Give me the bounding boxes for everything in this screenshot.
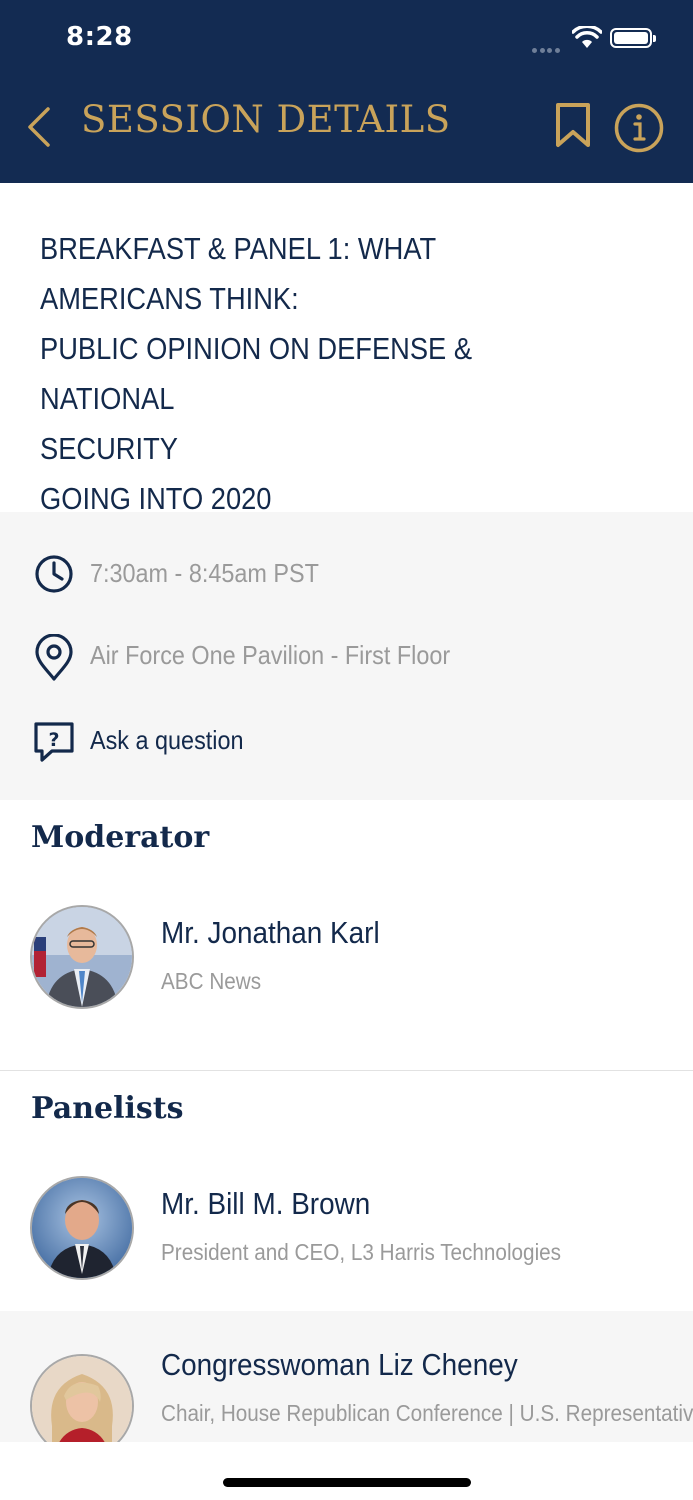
cellular-signal-icon [532,40,562,58]
moderator-name: Mr. Jonathan Karl [161,915,380,950]
session-info-panel: 7:30am - 8:45am PST Air Force One Pavili… [0,512,693,800]
session-time-row: 7:30am - 8:45am PST [32,552,672,596]
avatar [30,1176,134,1280]
panelist-name: Mr. Bill M. Brown [161,1186,371,1221]
info-icon[interactable] [613,102,665,154]
panelist-org: Chair, House Republican Conference | U.S… [161,1400,693,1426]
session-title: BREAKFAST & PANEL 1: WHAT AMERICANS THIN… [40,231,473,516]
avatar [30,905,134,1009]
section-divider [0,1070,693,1071]
svg-text:?: ? [48,729,59,751]
top-nav-bar: 8:28 SESSION DETAILS [0,0,693,183]
panelist-name: Congresswoman Liz Cheney [161,1347,518,1382]
panelist-row[interactable]: Mr. Bill M. Brown President and CEO, L3 … [0,1176,693,1310]
home-indicator[interactable] [223,1478,471,1487]
question-bubble-icon: ? [34,722,74,762]
ask-question-label[interactable]: Ask a question [90,725,244,756]
battery-icon [610,28,656,48]
bookmark-icon[interactable] [553,102,593,148]
page-title: SESSION DETAILS [81,98,451,141]
location-pin-icon [35,634,73,681]
home-indicator-area [0,1442,693,1500]
panelists-heading: Panelists [31,1091,184,1126]
back-chevron-icon[interactable] [24,105,56,149]
moderator-heading: Moderator [31,820,210,855]
avatar [30,1354,134,1442]
clock-icon [35,555,73,593]
session-time: 7:30am - 8:45am PST [90,558,319,588]
panelist-org: President and CEO, L3 Harris Technologie… [161,1239,562,1265]
status-time: 8:28 [66,22,133,52]
moderator-org: ABC News [161,968,262,994]
wifi-icon [572,26,602,48]
status-icons [532,24,657,54]
session-location: Air Force One Pavilion - First Floor [90,640,451,670]
session-location-row: Air Force One Pavilion - First Floor [32,634,672,681]
ask-question-button[interactable]: ? Ask a question [32,719,672,763]
panelist-row[interactable]: Congresswoman Liz Cheney Chair, House Re… [0,1311,693,1442]
